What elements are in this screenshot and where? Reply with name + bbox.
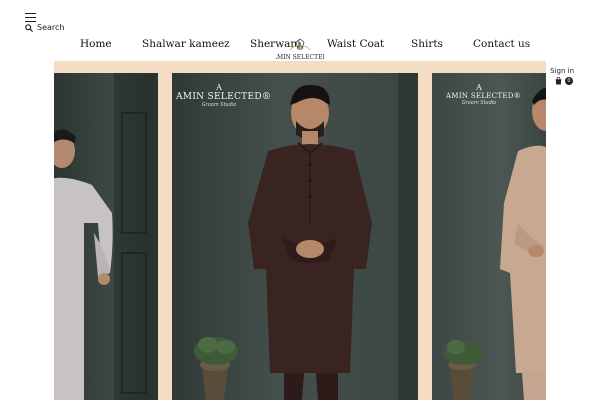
cart-button[interactable]: 0 (555, 77, 573, 85)
cart-count-badge: 0 (565, 77, 573, 85)
carousel-slide-center[interactable]: A AMIN SELECTED® Groom Studio (172, 73, 418, 400)
watermark-brand-name: AMIN SELECTED® (176, 92, 272, 102)
watermark-tagline: Groom Studio (201, 102, 237, 108)
right-slide-watermark: A AMIN SELECTED® Groom Studio (446, 83, 521, 106)
nav-item-home[interactable]: Home (80, 38, 112, 50)
shopping-bag-icon (555, 77, 562, 85)
carousel-slide-right[interactable]: A AMIN SELECTED® Groom Studio (432, 73, 546, 400)
sign-in-link[interactable]: Sign in (550, 67, 574, 75)
hamburger-menu-icon[interactable] (25, 13, 36, 22)
watermark-monogram: A (216, 83, 222, 92)
search-icon (25, 23, 33, 32)
watermark-brand-name: AMIN SELECTED® (446, 92, 521, 100)
search-label: Search (37, 23, 65, 32)
nav-item-contact-us[interactable]: Contact us (473, 38, 530, 50)
center-slide-watermark: A AMIN SELECTED® Groom Studio (176, 83, 272, 108)
watermark-monogram: A (476, 83, 482, 92)
search-button[interactable]: Search (25, 23, 64, 32)
nav-item-shirts[interactable]: Shirts (411, 38, 443, 50)
nav-item-shalwar-kameez[interactable]: Shalwar kameez (142, 38, 230, 50)
watermark-tagline: Groom Studio (461, 100, 497, 106)
nav-item-waist-coat[interactable]: Waist Coat (327, 38, 384, 50)
svg-text:A: A (297, 43, 303, 50)
carousel-slide-left[interactable] (54, 73, 158, 400)
hero-banner-carousel[interactable]: A AMIN SELECTED® Groom Studio A AMIN SEL… (54, 61, 546, 400)
svg-text:AMIN SELECTED: AMIN SELECTED (276, 54, 324, 61)
